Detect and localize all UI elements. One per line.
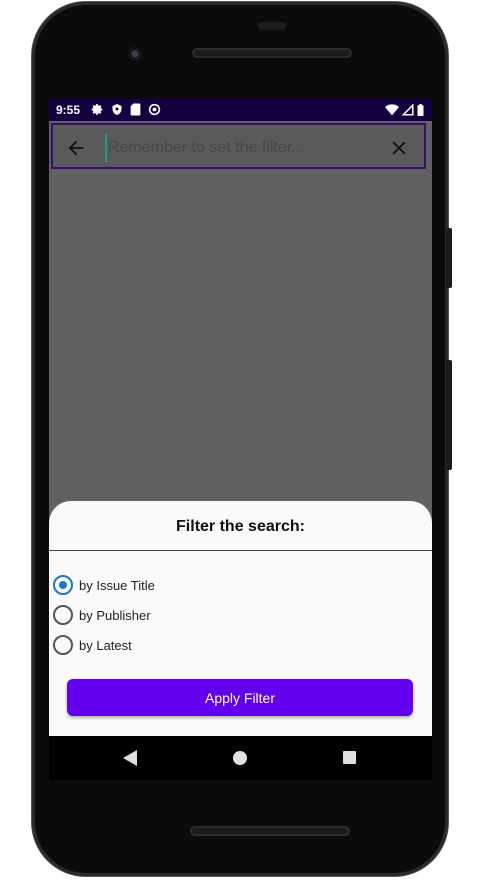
volume-button [446, 360, 452, 470]
radio-label: by Publisher [79, 607, 151, 623]
at-sign-icon [148, 103, 161, 116]
radio-label: by Latest [79, 637, 132, 653]
nav-back-icon[interactable] [123, 750, 137, 766]
close-icon[interactable] [388, 137, 410, 159]
power-button [446, 228, 452, 288]
radio-button[interactable] [53, 635, 73, 655]
signal-icon [402, 104, 414, 116]
sheet-title: Filter the search: [176, 518, 305, 535]
sheet-divider [49, 550, 432, 551]
radio-option-latest[interactable]: by Latest [53, 634, 132, 656]
front-camera [128, 47, 142, 61]
radio-button[interactable] [53, 605, 73, 625]
status-time: 9:55 [56, 103, 81, 117]
nav-recents-icon[interactable] [343, 751, 356, 764]
gear-icon [91, 104, 103, 115]
search-input[interactable] [105, 134, 385, 162]
radio-label: by Issue Title [79, 577, 155, 593]
battery-icon [417, 104, 424, 116]
radio-button-checked[interactable] [53, 575, 73, 595]
radio-option-issue-title[interactable]: by Issue Title [53, 574, 155, 596]
wifi-icon [385, 104, 399, 116]
search-bar [51, 123, 426, 169]
app-screen: 9:55 Filter the search: by Issue Title b… [49, 99, 432, 736]
radio-option-publisher[interactable]: by Publisher [53, 604, 151, 626]
apply-filter-button[interactable]: Apply Filter [67, 679, 413, 716]
system-nav-bar [49, 736, 432, 780]
sd-card-icon [130, 103, 141, 116]
earpiece-sensor [258, 22, 286, 30]
status-bar: 9:55 [49, 99, 432, 121]
back-arrow-icon[interactable] [65, 137, 87, 159]
top-speaker [192, 48, 352, 58]
shield-icon [112, 104, 122, 115]
filter-bottom-sheet: Filter the search: by Issue Title by Pub… [49, 501, 432, 736]
nav-home-icon[interactable] [233, 751, 247, 765]
bottom-speaker [190, 826, 350, 836]
